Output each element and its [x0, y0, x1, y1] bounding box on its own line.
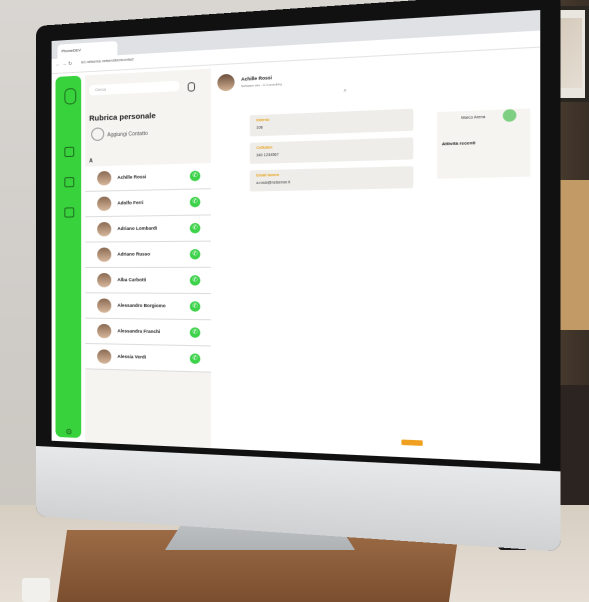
avatar — [97, 349, 112, 364]
microphone-icon[interactable] — [187, 82, 196, 92]
call-icon[interactable]: ✆ — [189, 301, 201, 312]
avatar — [97, 298, 112, 313]
contact-detail: Achille Rossi Software dev - C.Consultin… — [210, 51, 541, 464]
contact-name: Alessandro Borgiomo — [117, 302, 166, 309]
contact-row[interactable]: Adriano Russo ✆ — [85, 241, 211, 268]
logo-icon — [64, 87, 77, 105]
detail-name: Achille Rossi — [241, 74, 272, 82]
user-avatar[interactable] — [502, 108, 517, 122]
right-panel: Marco Arena Attività recenti — [437, 108, 531, 179]
chat-icon[interactable] — [64, 207, 75, 218]
contacts-panel: Cerca Rubrica personale Aggiungi Contatt… — [85, 68, 211, 449]
avatar — [217, 73, 235, 92]
field-value: 340 1234567 — [256, 152, 279, 158]
detail-subtitle: Software dev - C.Consulting — [241, 81, 283, 89]
cup — [22, 578, 50, 602]
headset-icon[interactable] — [64, 146, 75, 158]
add-contact-button[interactable]: Aggiungi Contatto — [107, 131, 148, 139]
contact-row[interactable]: Adolfo Ferri ✆ — [85, 189, 211, 218]
avatar — [97, 221, 112, 237]
url-text[interactable]: le1.netsense.netsensibentcontact — [81, 57, 133, 64]
field-label: Interno — [256, 117, 270, 123]
contact-row[interactable]: Alessia Verdi ✆ — [85, 343, 211, 373]
screen: PhoneDEV ← → ↻ le1.netsense.netsensibent… — [51, 10, 541, 464]
field-card: Email lavoro a.rossi@netsense.it — [249, 166, 414, 192]
field-label: Email lavoro — [256, 172, 280, 178]
monitor: PhoneDEV ← → ↻ le1.netsense.netsensibent… — [36, 0, 561, 552]
field-card: Cellulare 340 1234567 — [249, 137, 414, 165]
call-icon[interactable]: ✆ — [189, 170, 201, 182]
avatar — [97, 247, 112, 262]
field-value: a.rossi@netsense.it — [256, 180, 291, 186]
contact-list: Achille Rossi ✆ Adolfo Ferri ✆ Adriano Lomba… — [85, 163, 211, 373]
contact-row[interactable]: Alba Carbotti ✆ — [85, 267, 211, 295]
call-icon[interactable]: ✆ — [189, 249, 201, 260]
recent-activity-title: Attività recenti — [441, 139, 476, 147]
contact-name: Alba Carbotti — [117, 277, 147, 283]
avatar — [97, 196, 112, 212]
contact-name: Adolfo Ferri — [117, 199, 144, 206]
section-letter: A — [89, 158, 93, 165]
action-button[interactable] — [401, 439, 423, 446]
call-icon[interactable]: ✆ — [189, 275, 201, 286]
add-contact-icon[interactable] — [91, 127, 105, 142]
search-icon[interactable]: ⌕ — [343, 87, 346, 94]
contact-name: Achille Rossi — [117, 174, 147, 180]
app-sidebar: ⚙ — [55, 75, 82, 439]
field-value: 108 — [256, 125, 263, 130]
contact-row[interactable]: Adriano Lombardi ✆ — [85, 215, 211, 243]
contact-row[interactable]: Alessandro Borgiomo ✆ — [85, 293, 211, 321]
search-input[interactable]: Cerca — [89, 80, 180, 96]
avatar — [97, 170, 112, 186]
user-name: Marco Arena — [461, 114, 486, 121]
contacts-title: Rubrica personale — [89, 110, 156, 123]
phone-icon[interactable] — [64, 177, 75, 188]
call-icon[interactable]: ✆ — [189, 196, 201, 208]
contact-row[interactable]: Achille Rossi ✆ — [85, 163, 211, 192]
contact-name: Adriano Russo — [117, 251, 151, 257]
call-icon[interactable]: ✆ — [189, 327, 201, 338]
field-card: Interno 108 — [249, 108, 414, 137]
contact-name: Alessia Verdi — [117, 353, 147, 360]
avatar — [97, 323, 112, 339]
contact-row[interactable]: Alessandra Franchi ✆ — [85, 318, 211, 347]
call-icon[interactable]: ✆ — [189, 222, 201, 234]
nav-arrows-icon[interactable]: ← → ↻ — [56, 61, 73, 68]
contact-name: Adriano Lombardi — [117, 225, 158, 232]
field-label: Cellulare — [256, 145, 273, 151]
call-icon[interactable]: ✆ — [189, 353, 201, 365]
avatar — [97, 273, 112, 288]
contact-name: Alessandra Franchi — [117, 328, 161, 335]
gear-icon[interactable]: ⚙ — [65, 427, 72, 436]
